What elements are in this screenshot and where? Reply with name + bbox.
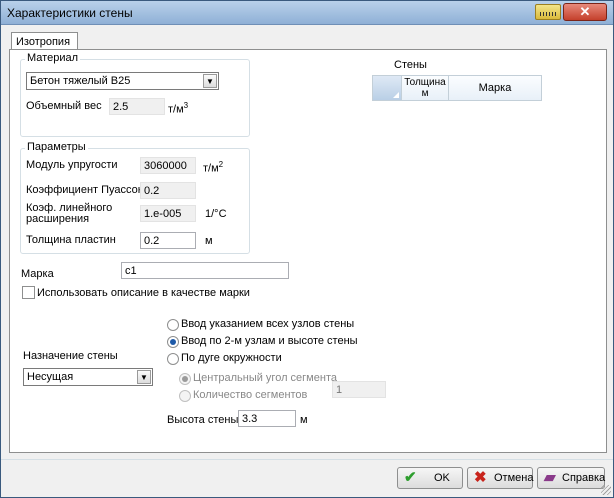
radio-two-nodes[interactable]	[167, 336, 179, 348]
purpose-label: Назначение стены	[23, 350, 118, 362]
checkmark-icon: ✔	[404, 469, 417, 486]
material-combo-value: Бетон тяжелый B25	[30, 75, 131, 87]
use-description-label: Использовать описание в качестве марки	[37, 287, 250, 299]
column-thickness-unit: м	[421, 88, 429, 99]
footer-divider	[1, 459, 613, 460]
expansion-value: 1.e-005	[140, 205, 196, 222]
resize-grip[interactable]	[601, 485, 611, 495]
column-thickness-label: Толщина	[404, 77, 446, 88]
tab-isotropy[interactable]: Изотропия	[11, 32, 78, 50]
tab-panel: Материал Бетон тяжелый B25 ▼ Объемный ве…	[9, 49, 607, 453]
window-title: Характеристики стены	[7, 6, 133, 20]
purpose-combo[interactable]: Несущая ▼	[23, 368, 153, 386]
radio-segment-count-label: Количество сегментов	[193, 389, 308, 401]
column-mark[interactable]: Марка	[449, 76, 541, 100]
ruler-icon[interactable]	[535, 4, 561, 20]
expansion-unit: 1/°C	[205, 208, 227, 220]
height-input[interactable]: 3.3	[238, 410, 296, 427]
column-thickness[interactable]: Толщина м	[402, 76, 449, 100]
height-label: Высота стены	[167, 414, 239, 426]
dialog-window: Характеристики стены ✕ Изотропия Материа…	[0, 0, 614, 498]
close-button[interactable]: ✕	[563, 3, 607, 21]
radio-all-nodes-label: Ввод указанием всех узлов стены	[181, 318, 355, 330]
radio-central-angle[interactable]	[179, 373, 191, 385]
radio-arc[interactable]	[167, 353, 179, 365]
thickness-label: Толщина пластин	[26, 234, 116, 246]
mark-input[interactable]: c1	[121, 262, 289, 279]
parameters-legend: Параметры	[25, 141, 88, 153]
radio-two-nodes-label: Ввод по 2-м узлам и высоте стены	[181, 335, 358, 347]
radio-all-nodes[interactable]	[167, 319, 179, 331]
book-icon: ▰	[544, 469, 556, 486]
volume-weight-value: 2.5	[109, 98, 165, 115]
help-button[interactable]: ▰ Справка	[537, 467, 605, 489]
title-bar[interactable]: Характеристики стены ✕	[1, 1, 613, 25]
segments-input: 1	[332, 381, 386, 398]
poisson-label: Коэффициент Пуассона	[26, 184, 150, 196]
material-legend: Материал	[25, 52, 80, 64]
parameters-group: Параметры Модуль упругости 3060000 т/м2 …	[20, 141, 250, 254]
cancel-button[interactable]: ✖ Отмена	[467, 467, 533, 489]
ok-button[interactable]: ✔ OK	[397, 467, 463, 489]
modulus-value: 3060000	[140, 157, 196, 174]
walls-table-header: Толщина м Марка	[372, 75, 542, 101]
radio-segment-count[interactable]	[179, 390, 191, 402]
height-unit: м	[300, 414, 308, 426]
purpose-combo-value: Несущая	[27, 371, 74, 383]
use-description-checkbox[interactable]	[22, 286, 35, 299]
material-combo[interactable]: Бетон тяжелый B25 ▼	[26, 72, 219, 90]
poisson-value: 0.2	[140, 182, 196, 199]
material-group: Материал Бетон тяжелый B25 ▼ Объемный ве…	[20, 52, 250, 137]
expansion-label-line2: расширения	[26, 213, 90, 225]
chevron-down-icon[interactable]: ▼	[203, 74, 217, 88]
radio-arc-label: По дуге окружности	[181, 352, 282, 364]
volume-weight-unit: т/м3	[168, 101, 189, 116]
modulus-unit: т/м2	[203, 160, 224, 175]
volume-weight-label: Объемный вес	[26, 100, 102, 112]
table-corner-selector[interactable]	[373, 76, 402, 100]
radio-central-angle-label: Центральный угол сегмента	[193, 372, 337, 384]
modulus-label: Модуль упругости	[26, 159, 118, 171]
thickness-unit: м	[205, 235, 213, 247]
walls-label: Стены	[394, 59, 427, 71]
chevron-down-icon[interactable]: ▼	[137, 370, 151, 384]
cross-icon: ✖	[474, 469, 487, 486]
thickness-input[interactable]: 0.2	[140, 232, 196, 249]
mark-label: Марка	[21, 268, 54, 280]
